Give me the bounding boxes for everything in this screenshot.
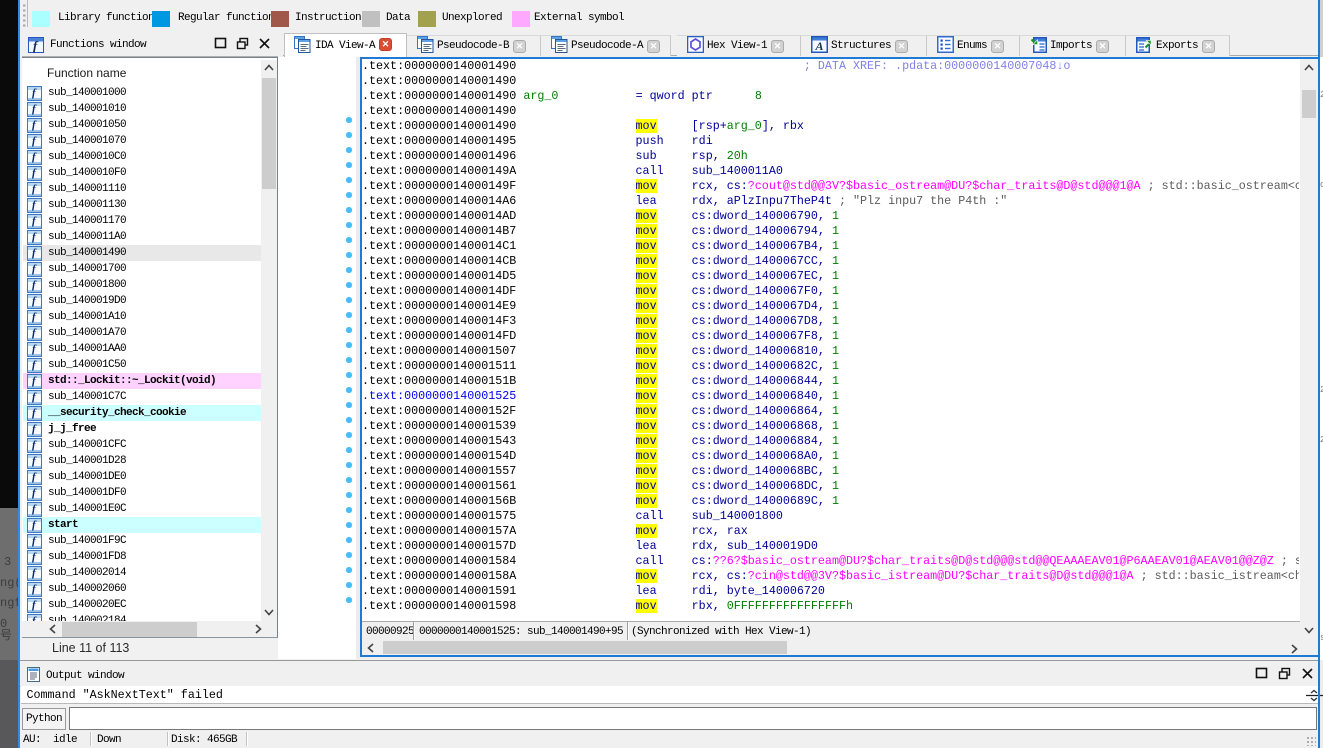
- svg-text:A: A: [814, 39, 823, 53]
